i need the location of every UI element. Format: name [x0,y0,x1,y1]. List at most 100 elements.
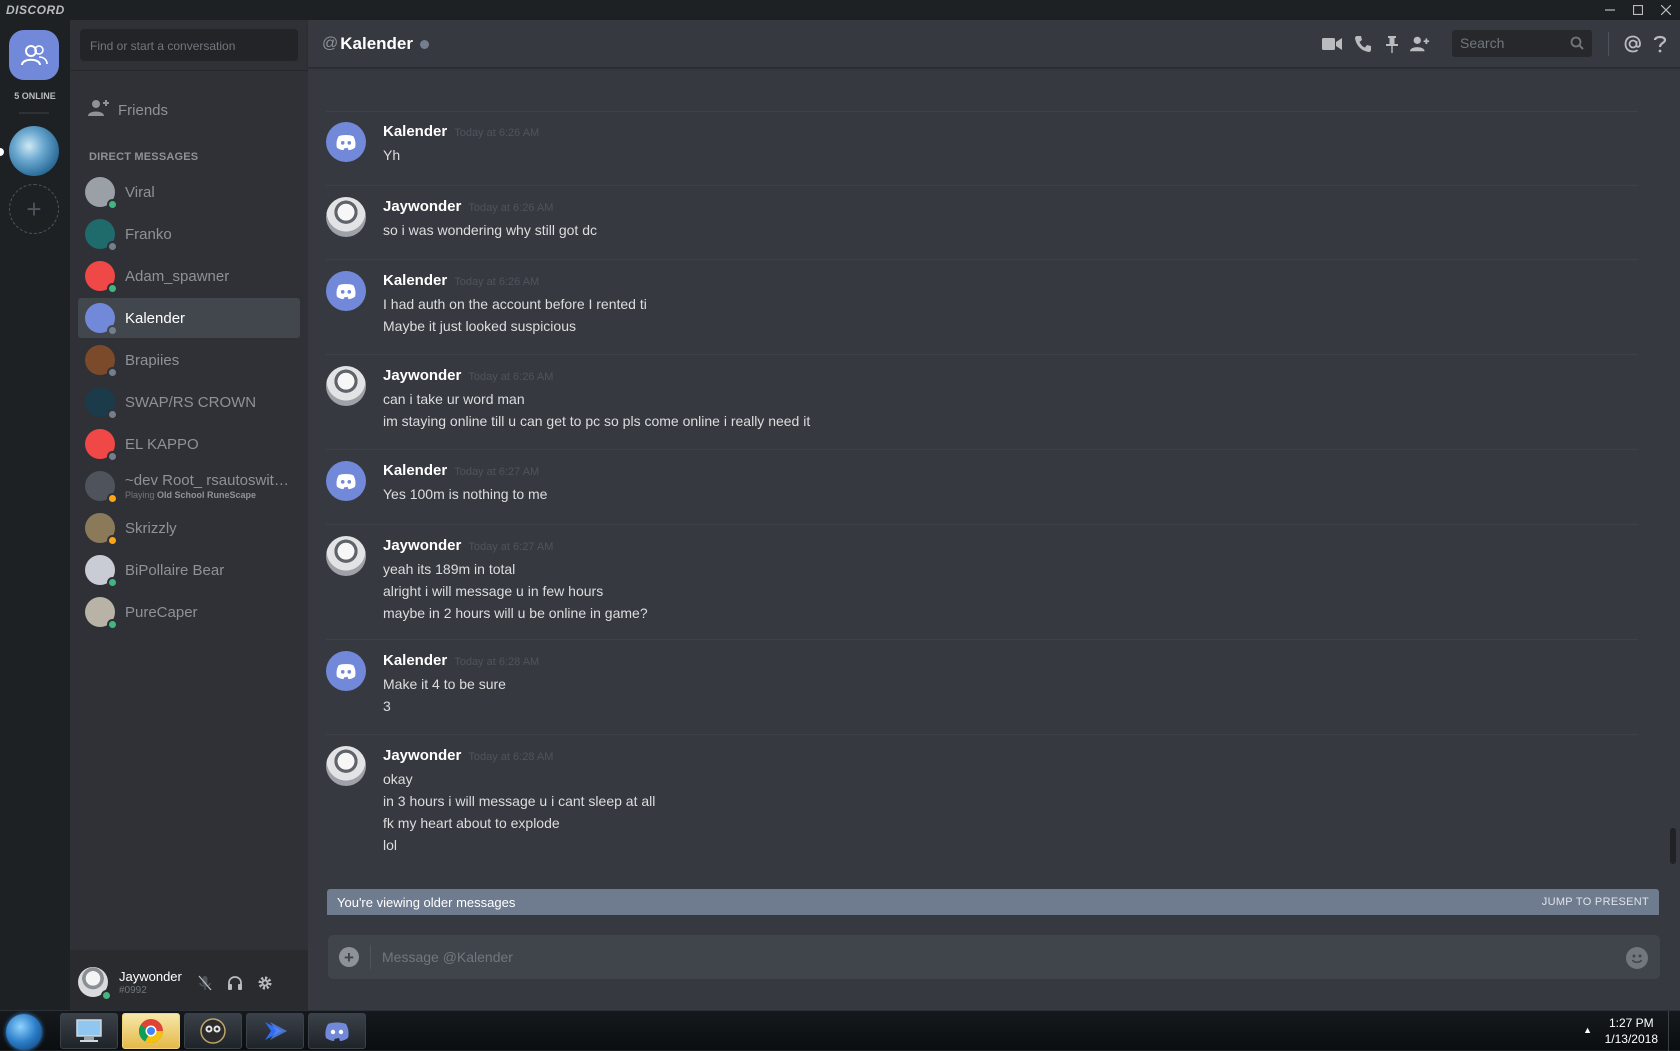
avatar[interactable] [326,122,366,162]
message-author[interactable]: Jaywonder [383,747,461,764]
server-icon[interactable] [9,126,59,176]
avatar[interactable] [326,461,366,501]
dm-name: Brapiies [125,351,180,369]
dm-item[interactable]: Brapiies [78,340,300,380]
avatar [85,513,118,546]
dm-name: Skrizzly [125,519,177,537]
avatar [85,345,118,378]
pinned-messages-button[interactable] [1382,34,1402,54]
message-text: Yes 100m is nothing to me [383,486,548,502]
voice-call-button[interactable] [1353,34,1373,54]
mentions-button[interactable] [1623,34,1643,54]
dm-header: DIRECT MESSAGES [89,151,199,163]
system-clock[interactable]: 1:27 PM 1/13/2018 [1605,1015,1658,1047]
search-icon [1570,36,1584,53]
friends-nav-item[interactable]: Friends [78,90,300,130]
taskbar-app-chrome[interactable] [122,1013,180,1049]
home-friends-button[interactable] [9,30,59,80]
message-author[interactable]: Kalender [383,652,447,669]
avatar[interactable] [326,535,366,576]
message-input[interactable] [382,935,1582,979]
message-author[interactable]: Jaywonder [383,367,461,384]
message-text: alright i will message u in few hours [383,582,604,599]
message-list[interactable]: Kalender Today at 6:26 AM Yh Jaywonder Today… [308,69,1680,909]
friends-icon [78,99,118,121]
computer-icon [76,1019,102,1042]
avatar[interactable] [326,196,366,237]
tray-expand-icon[interactable]: ▲ [1583,1025,1592,1035]
discord-icon [325,1022,349,1041]
dm-item[interactable]: PureCaper [78,592,300,632]
emoji-picker-button[interactable] [1626,947,1648,969]
upload-button[interactable]: + [339,947,359,967]
minimize-button[interactable] [1596,0,1624,20]
scrollbar-thumb[interactable] [1670,828,1676,864]
message-body: I had auth on the account before I rente… [383,293,647,337]
find-conversation-input[interactable]: Find or start a conversation [80,29,298,61]
taskbar-app-explorer[interactable] [60,1013,118,1049]
headphones-icon [228,976,242,990]
avatar [85,387,118,420]
dm-item[interactable]: Kalender [78,298,300,338]
dm-item[interactable]: Franko [78,214,300,254]
microphone-muted-icon [198,975,212,991]
video-call-button[interactable] [1322,34,1342,54]
mute-button[interactable] [196,974,214,992]
deafen-button[interactable] [226,974,244,992]
taskbar-app-game[interactable] [184,1013,242,1049]
message-author[interactable]: Kalender [383,462,447,479]
show-desktop-button[interactable] [1668,1011,1680,1051]
close-window-button[interactable] [1652,0,1680,20]
message-author[interactable]: Kalender [383,123,447,140]
add-friend-to-dm-button[interactable] [1410,34,1430,54]
maximize-button[interactable] [1624,0,1652,20]
guild-sidebar: 5 ONLINE + [0,20,70,1010]
message-timestamp: Today at 6:27 AM [454,466,540,478]
jump-to-present-button[interactable]: JUMP TO PRESENT [1542,896,1649,908]
avatar [85,177,118,210]
dm-item[interactable]: SWAP/RS CROWN [78,382,300,422]
online-status-dot [101,990,112,1001]
scrollbar-track[interactable] [1670,80,1676,900]
dm-name: EL KAPPO [125,435,199,453]
search-input[interactable]: Search [1452,30,1592,57]
taskbar-app-discord[interactable] [308,1013,366,1049]
dm-item[interactable]: Viral [78,172,300,212]
dm-item[interactable]: BiPollaire Bear [78,550,300,590]
dm-name: PureCaper [125,603,198,621]
dm-item[interactable]: Skrizzly [78,508,300,548]
help-button[interactable] [1650,34,1670,54]
taskbar-app-launcher[interactable] [246,1013,304,1049]
message-divider [326,734,1638,735]
dm-text: Skrizzly [125,520,177,537]
message-text: lol [383,837,398,853]
message-body: can i take ur word man im staying online … [383,388,810,432]
gear-icon [258,976,272,990]
avatar[interactable] [326,651,366,691]
avatar[interactable] [326,271,366,311]
dm-item[interactable]: Adam_spawner [78,256,300,296]
message-divider [326,523,1638,525]
user-settings-button[interactable] [256,974,274,992]
message-timestamp: Today at 6:26 AM [454,127,540,139]
message-divider [326,259,1638,260]
dm-text: Adam_spawner [125,268,229,285]
start-button[interactable] [6,1014,42,1050]
discord-logo-icon [336,284,356,300]
dm-item[interactable]: EL KAPPO [78,424,300,464]
avatar [85,471,118,504]
status-dot [107,325,118,336]
dm-text: EL KAPPO [125,436,199,453]
dm-item[interactable]: ~dev Root_ rsautoswitch... Playing Old Sc… [78,466,300,506]
avatar[interactable] [326,746,366,786]
message-author[interactable]: Jaywonder [383,537,461,554]
channel-title: @ Kalender [322,34,429,54]
message-author[interactable]: Kalender [383,272,447,289]
status-dot [107,409,118,420]
message-text: Maybe it just looked suspicious [383,318,576,334]
message-author[interactable]: Jaywonder [383,198,461,215]
arrow-icon [265,1022,287,1040]
message-body: Yes 100m is nothing to me [383,483,547,505]
avatar[interactable] [326,366,366,406]
add-server-button[interactable]: + [9,184,59,234]
